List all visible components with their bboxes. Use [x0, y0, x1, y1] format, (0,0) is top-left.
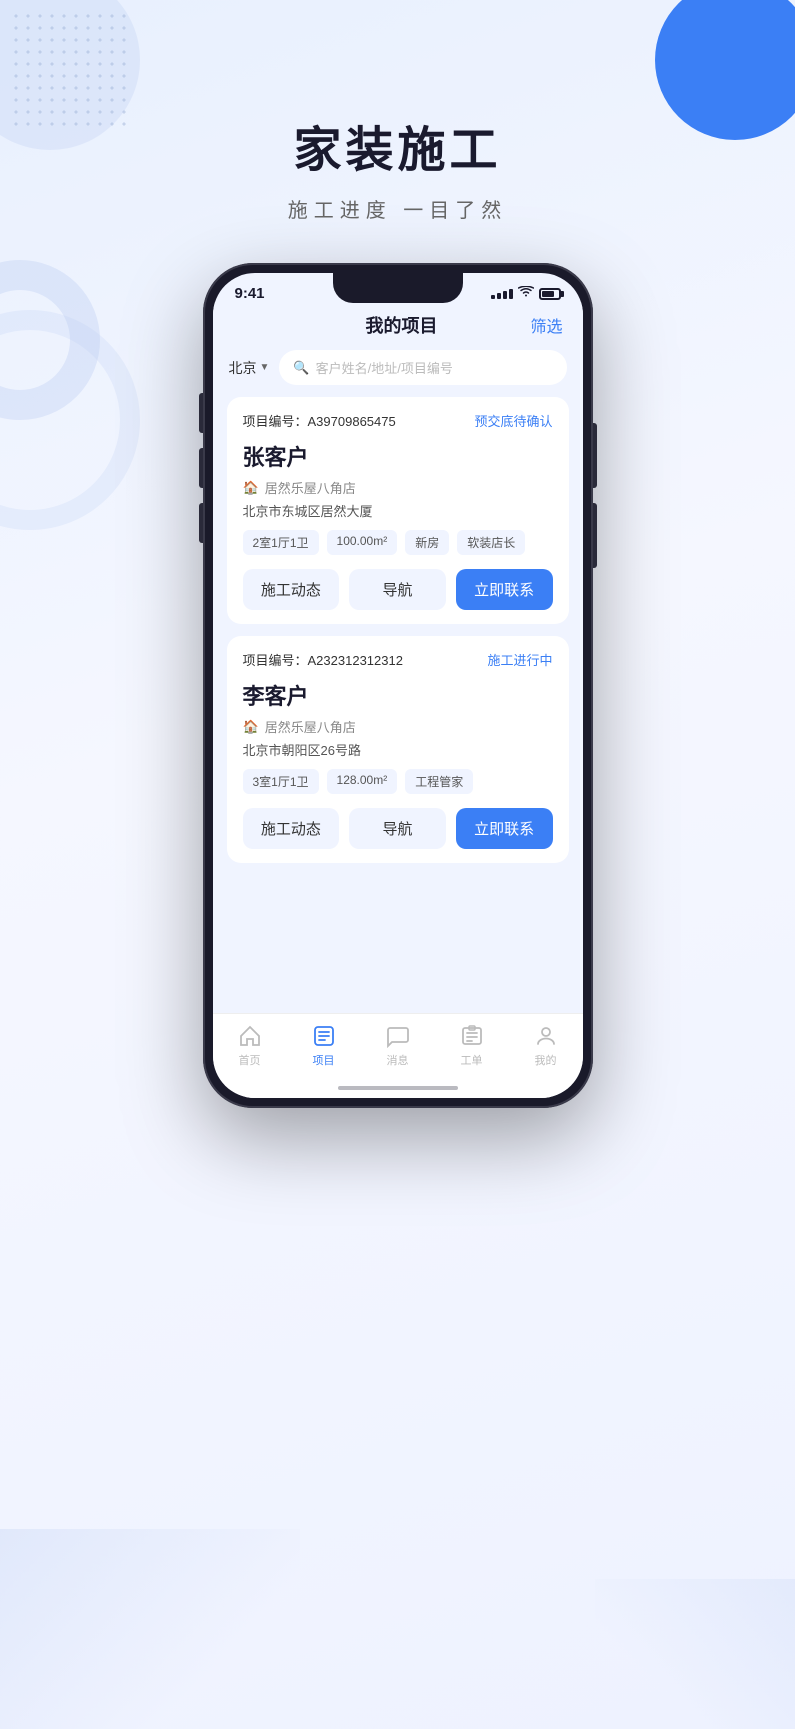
signal-bar-2: [497, 293, 501, 299]
project-number-value-1: A39709865475: [308, 414, 396, 429]
address-2: 北京市朝阳区26号路: [243, 740, 553, 759]
navigation-btn-1[interactable]: 导航: [349, 569, 446, 610]
search-input-wrap[interactable]: 🔍 客户姓名/地址/项目编号: [279, 350, 566, 385]
header-title: 我的项目: [365, 312, 437, 338]
nav-item-project[interactable]: 项目: [312, 1024, 336, 1068]
contact-btn-1[interactable]: 立即联系: [456, 569, 553, 610]
construction-dynamics-btn-2[interactable]: 施工动态: [243, 808, 340, 849]
project-icon: [312, 1024, 336, 1048]
nav-item-messages[interactable]: 消息: [386, 1024, 410, 1068]
tag-1-3: 软装店长: [457, 530, 525, 555]
tag-2-0: 3室1厅1卫: [243, 769, 319, 794]
tags-1: 2室1厅1卫 100.00m² 新房 软装店长: [243, 530, 553, 555]
signal-bar-1: [491, 295, 495, 299]
project-number-2: 项目编号：A232312312312: [243, 650, 403, 669]
project-card-1: 项目编号：A39709865475 预交底待确认 张客户 🏠 居然乐屋八角店 北…: [227, 397, 569, 624]
phone-screen: 9:41: [213, 273, 583, 1098]
nav-label-messages: 消息: [387, 1052, 409, 1068]
nav-label-home: 首页: [239, 1052, 261, 1068]
project-meta-1: 项目编号：A39709865475 预交底待确认: [243, 411, 553, 430]
signal-bars-icon: [491, 289, 513, 299]
tag-1-2: 新房: [405, 530, 449, 555]
city-label: 北京: [229, 358, 257, 378]
status-icons: [491, 286, 561, 301]
tag-2-2: 工程管家: [405, 769, 473, 794]
search-bar: 北京 ▼ 🔍 客户姓名/地址/项目编号: [213, 350, 583, 397]
signal-bar-4: [509, 289, 513, 299]
store-info-1: 🏠 居然乐屋八角店: [243, 478, 553, 497]
main-area: 9:41: [213, 273, 583, 1013]
navigation-btn-2[interactable]: 导航: [349, 808, 446, 849]
bg-bottom-left: [0, 1529, 300, 1729]
nav-label-workorder: 工单: [461, 1052, 483, 1068]
app-header: 我的项目 筛选: [213, 302, 583, 350]
project-meta-2: 项目编号：A232312312312 施工进行中: [243, 650, 553, 669]
nav-item-home[interactable]: 首页: [238, 1024, 262, 1068]
store-info-2: 🏠 居然乐屋八角店: [243, 717, 553, 736]
battery-fill: [542, 291, 554, 297]
nav-label-project: 项目: [313, 1052, 335, 1068]
bg-bottom-right: [595, 1579, 795, 1729]
battery-icon: [539, 288, 561, 300]
filter-button[interactable]: 筛选: [530, 313, 562, 337]
project-number-value-2: A232312312312: [308, 653, 403, 668]
chevron-down-icon: ▼: [260, 362, 270, 373]
signal-bar-3: [503, 291, 507, 299]
actions-2: 施工动态 导航 立即联系: [243, 808, 553, 849]
address-1: 北京市东城区居然大厦: [243, 501, 553, 520]
city-selector[interactable]: 北京 ▼: [229, 358, 270, 378]
project-status-2: 施工进行中: [487, 650, 552, 669]
construction-dynamics-btn-1[interactable]: 施工动态: [243, 569, 340, 610]
hero-subtitle: 施工进度 一目了然: [0, 194, 795, 223]
store-icon-1: 🏠: [243, 480, 259, 496]
store-name-1: 居然乐屋八角店: [265, 478, 356, 497]
project-number-label-2: 项目编号：: [243, 653, 308, 668]
notch: [333, 273, 463, 303]
project-list: 项目编号：A39709865475 预交底待确认 张客户 🏠 居然乐屋八角店 北…: [213, 397, 583, 1013]
project-number-1: 项目编号：A39709865475: [243, 411, 396, 430]
customer-name-1: 张客户: [243, 440, 553, 472]
store-name-2: 居然乐屋八角店: [265, 717, 356, 736]
workorder-icon: [460, 1024, 484, 1048]
nav-label-mine: 我的: [535, 1052, 557, 1068]
home-icon: [238, 1024, 262, 1048]
tag-2-1: 128.00m²: [327, 769, 398, 794]
tag-1-0: 2室1厅1卫: [243, 530, 319, 555]
contact-btn-2[interactable]: 立即联系: [456, 808, 553, 849]
store-icon-2: 🏠: [243, 719, 259, 735]
messages-icon: [386, 1024, 410, 1048]
home-bar: [338, 1086, 458, 1090]
profile-icon: [534, 1024, 558, 1048]
status-time: 9:41: [235, 285, 265, 302]
customer-name-2: 李客户: [243, 679, 553, 711]
project-status-1: 预交底待确认: [474, 411, 552, 430]
nav-item-mine[interactable]: 我的: [534, 1024, 558, 1068]
project-number-label-1: 项目编号：: [243, 414, 308, 429]
project-card-2: 项目编号：A232312312312 施工进行中 李客户 🏠 居然乐屋八角店 北…: [227, 636, 569, 863]
tags-2: 3室1厅1卫 128.00m² 工程管家: [243, 769, 553, 794]
nav-item-workorder[interactable]: 工单: [460, 1024, 484, 1068]
search-icon: 🔍: [293, 360, 309, 376]
wifi-icon: [518, 286, 534, 301]
phone-mockup: 9:41: [203, 263, 593, 1108]
tag-1-1: 100.00m²: [327, 530, 398, 555]
bg-dots: [10, 10, 130, 130]
actions-1: 施工动态 导航 立即联系: [243, 569, 553, 610]
search-placeholder: 客户姓名/地址/项目编号: [316, 358, 453, 377]
